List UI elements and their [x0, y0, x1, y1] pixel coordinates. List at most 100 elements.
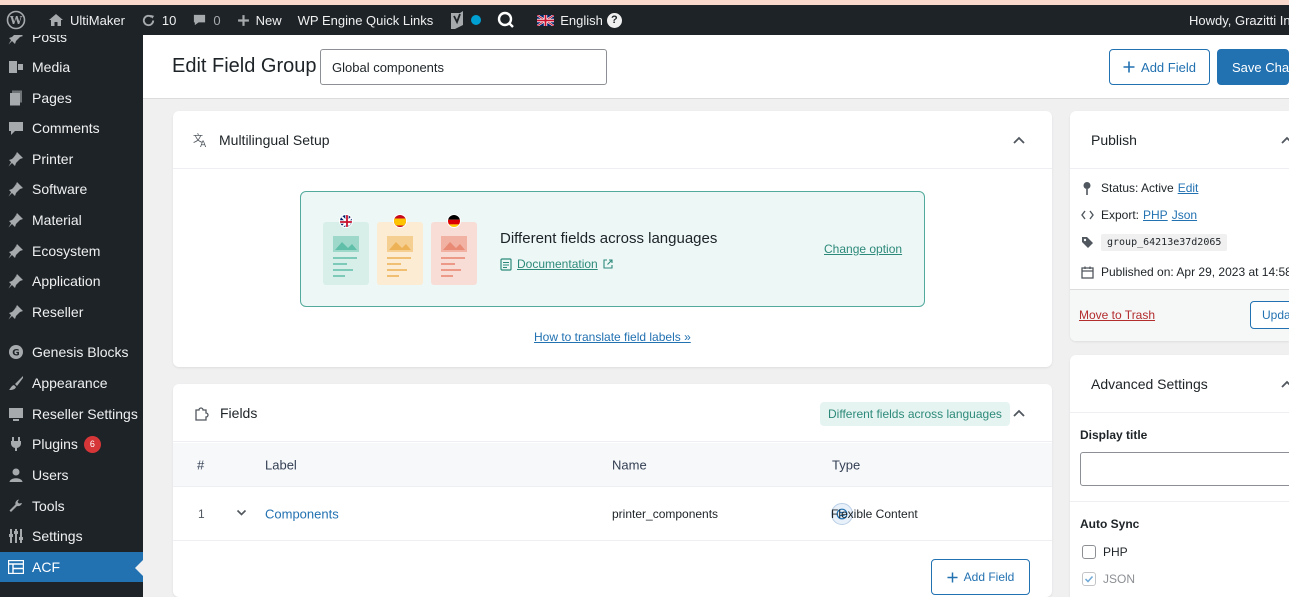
sidebar-item-label: Media — [32, 59, 71, 75]
sidebar-item-software[interactable]: Software — [0, 174, 143, 204]
site-name-link[interactable]: UltiMaker — [40, 5, 133, 35]
sidebar-item-media[interactable]: Media — [0, 52, 143, 82]
multilingual-setup-card: 文A Multilingual Setup Different fields a… — [173, 111, 1052, 367]
table-row[interactable]: 1 Components printer_components Flexible… — [173, 487, 1052, 541]
plus-icon — [237, 14, 249, 26]
move-to-trash-link[interactable]: Move to Trash — [1079, 308, 1155, 322]
add-field-button[interactable]: Add Field — [931, 559, 1030, 595]
chevron-up-icon[interactable] — [1280, 133, 1289, 147]
multilingual-header[interactable]: 文A Multilingual Setup — [173, 111, 1052, 169]
sidebar-item-label: Tools — [32, 498, 65, 514]
external-link-icon — [603, 259, 613, 269]
display-title-input[interactable] — [1080, 452, 1289, 486]
language-mode-pill: Different fields across languages — [820, 402, 1010, 426]
comments-link[interactable]: 0 — [184, 5, 228, 35]
field-name: printer_components — [612, 506, 719, 521]
chevron-up-icon[interactable] — [1280, 377, 1289, 391]
sidebar-item-material[interactable]: Material — [0, 205, 143, 235]
sidebar-item-reseller-settings[interactable]: Reseller Settings — [0, 399, 143, 429]
save-changes-button[interactable]: Save Changes — [1217, 49, 1289, 85]
sidebar-item-users[interactable]: Users — [0, 460, 143, 490]
expand-field-button[interactable] — [236, 507, 247, 521]
sidebar-item-settings[interactable]: Settings — [0, 521, 143, 551]
change-option-link[interactable]: Change option — [824, 242, 902, 256]
new-content-link[interactable]: New — [229, 5, 290, 35]
sidebar-item-appearance[interactable]: Appearance — [0, 368, 143, 398]
php-sync-option[interactable]: PHP — [1082, 545, 1128, 559]
json-sync-label: JSON — [1103, 572, 1136, 586]
sidebar-item-plugins[interactable]: Plugins 6 — [0, 429, 143, 459]
field-number: 1 — [198, 506, 205, 521]
svg-text:G: G — [12, 349, 19, 359]
field-group-title-input[interactable] — [320, 49, 607, 85]
sidebar-item-reseller[interactable]: Reseller — [0, 297, 143, 327]
field-label-link[interactable]: Components — [265, 506, 339, 521]
user-icon — [7, 466, 25, 484]
comments-count: 0 — [213, 12, 221, 28]
advanced-settings-header[interactable]: Advanced Settings — [1070, 355, 1289, 413]
publish-footer: Move to Trash Update — [1070, 289, 1289, 341]
seo-status-dot — [471, 15, 482, 25]
comment-icon — [7, 119, 25, 137]
chevron-up-icon[interactable] — [1012, 133, 1026, 147]
sidebar-item-pages[interactable]: Pages — [0, 83, 143, 113]
sidebar-item-ecosystem[interactable]: Ecosystem — [0, 236, 143, 266]
sidebar-item-label: Reseller — [32, 304, 84, 320]
advanced-settings-card: Advanced Settings Display title Auto Syn… — [1070, 355, 1289, 597]
documentation-link[interactable]: Documentation — [500, 257, 613, 271]
publish-header[interactable]: Publish — [1070, 111, 1289, 169]
language-switcher[interactable]: English ? — [529, 5, 630, 35]
export-php-link[interactable]: PHP — [1143, 208, 1168, 222]
updates-link[interactable]: 10 — [133, 5, 184, 35]
published-row: Published on: Apr 29, 2023 at 14:58 — [1080, 265, 1289, 279]
account-menu[interactable]: Howdy, Grazitti Inter — [1181, 5, 1289, 35]
translate-icon: 文A — [193, 132, 207, 148]
wordpress-icon: W — [6, 10, 26, 30]
display-title-label: Display title — [1080, 428, 1148, 442]
admin-bar: W UltiMaker 10 0 New WP Engine Quick Lin… — [0, 5, 1289, 35]
pin-icon — [7, 211, 25, 229]
translate-labels-link[interactable]: How to translate field labels » — [534, 330, 691, 344]
sidebar-item-acf[interactable]: ACF — [0, 552, 143, 582]
status-edit-link[interactable]: Edit — [1178, 181, 1199, 195]
json-sync-option[interactable]: JSON — [1082, 572, 1135, 586]
sidebar-item-tools[interactable]: Tools — [0, 491, 143, 521]
doc-illustration-de — [431, 222, 477, 285]
fields-title: Fields — [220, 404, 258, 421]
update-button[interactable]: Update — [1250, 301, 1289, 329]
document-icon — [500, 257, 512, 271]
help-icon[interactable]: ? — [606, 12, 622, 28]
update-label: Update — [1262, 308, 1289, 322]
published-on: Published on: Apr 29, 2023 at 14:58 — [1101, 265, 1289, 279]
pin-icon — [7, 242, 25, 260]
sidebar-item-label: Users — [32, 467, 69, 483]
json-sync-checkbox[interactable] — [1082, 572, 1096, 586]
sidebar-item-comments[interactable]: Comments — [0, 113, 143, 143]
documentation-label[interactable]: Documentation — [517, 257, 598, 271]
group-key: group_64213e37d2065 — [1101, 234, 1228, 251]
language-option-box: Different fields across languages Docume… — [300, 191, 925, 307]
genesis-icon: G — [7, 343, 25, 361]
sidebar-item-posts[interactable]: Posts — [0, 35, 143, 52]
php-sync-checkbox[interactable] — [1082, 545, 1096, 559]
sidebar-item-genesis-blocks[interactable]: G Genesis Blocks — [0, 337, 143, 367]
yoast-seo-menu[interactable] — [441, 5, 489, 35]
sidebar-item-printer[interactable]: Printer — [0, 144, 143, 174]
calendar-icon — [1080, 266, 1094, 279]
germany-flag-icon — [447, 214, 461, 228]
add-field-header-button[interactable]: Add Field — [1109, 49, 1210, 85]
doc-illustration-es — [377, 222, 423, 285]
search-menu[interactable] — [489, 5, 529, 35]
wp-engine-quick-links[interactable]: WP Engine Quick Links — [290, 5, 442, 35]
sidebar-item-label: Genesis Blocks — [32, 344, 129, 360]
chevron-up-icon[interactable] — [1012, 406, 1026, 420]
wordpress-logo-button[interactable]: W — [0, 5, 40, 35]
plugin-updates-badge: 6 — [83, 435, 101, 453]
fields-header[interactable]: Fields Different fields across languages — [173, 384, 1052, 442]
checkmark-icon — [1084, 575, 1094, 583]
sidebar-item-label: Ecosystem — [32, 243, 101, 259]
language-label: English — [560, 12, 603, 28]
sidebar-item-application[interactable]: Application — [0, 266, 143, 296]
sidebar-item-label: Pages — [32, 90, 72, 106]
export-json-link[interactable]: Json — [1172, 208, 1197, 222]
